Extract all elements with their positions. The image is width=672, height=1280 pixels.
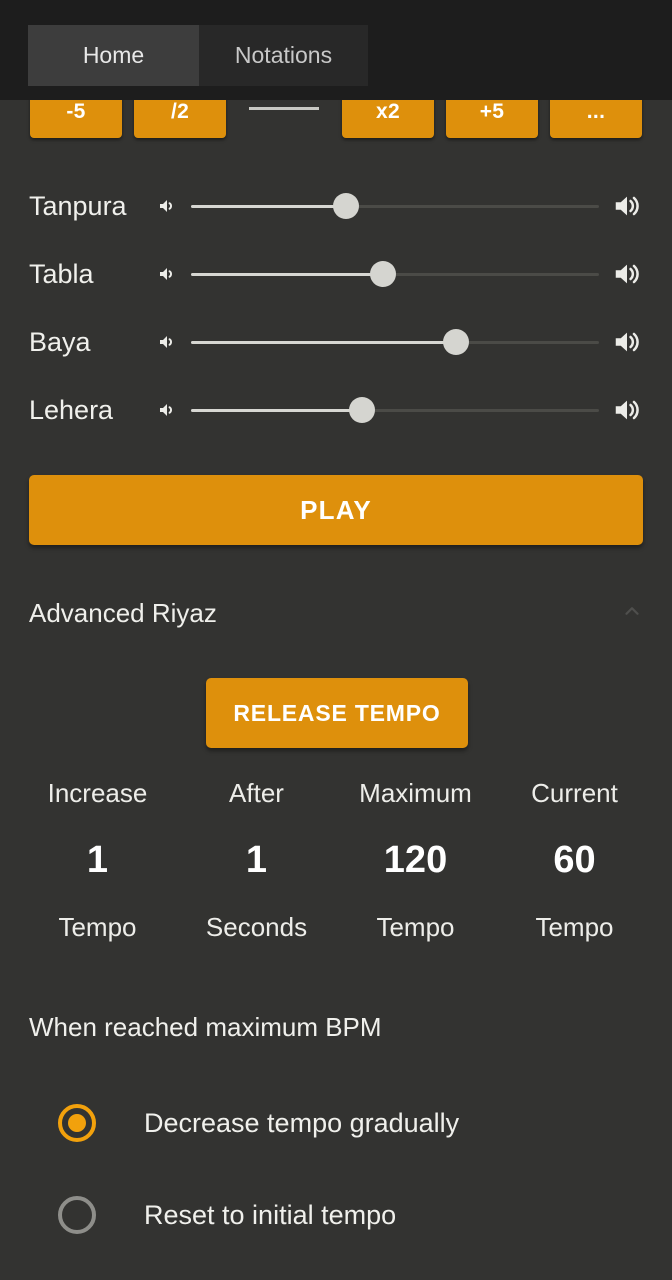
- volume-low-icon: [155, 329, 181, 355]
- slider-row-baya: Baya: [0, 308, 672, 376]
- slider-track-fill: [191, 408, 363, 412]
- volume-sliders-group: Tanpura Tabla Baya Lehera: [0, 172, 672, 444]
- tab-home[interactable]: Home: [28, 25, 199, 86]
- radio-option-reset-initial[interactable]: Reset to initial tempo: [0, 1183, 672, 1247]
- advanced-riyaz-header[interactable]: Advanced Riyaz: [29, 592, 643, 634]
- slider-track-tabla[interactable]: [191, 257, 599, 291]
- slider-row-tabla: Tabla: [0, 240, 672, 308]
- volume-low-icon: [155, 397, 181, 423]
- stat-label-top: Increase: [47, 778, 148, 808]
- play-button[interactable]: PLAY: [29, 475, 643, 545]
- release-tempo-button[interactable]: RELEASE TEMPO: [206, 678, 468, 748]
- stat-label-top: Maximum: [359, 778, 472, 808]
- slider-thumb-baya[interactable]: [443, 329, 470, 355]
- radio-dot: [68, 1114, 86, 1132]
- radio-option-decrease-gradually[interactable]: Decrease tempo gradually: [0, 1091, 672, 1155]
- slider-track-baya[interactable]: [191, 325, 599, 359]
- slider-track-fill: [191, 272, 383, 276]
- stat-label-unit: Tempo: [535, 912, 614, 942]
- stat-label-unit: Tempo: [376, 912, 455, 942]
- radio-label: Decrease tempo gradually: [144, 1107, 460, 1138]
- tempo-stats-grid: Increase 1 Tempo After 1 Seconds Maximum…: [0, 772, 672, 948]
- slider-thumb-tabla[interactable]: [369, 261, 396, 287]
- slider-thumb-lehera[interactable]: [349, 397, 376, 423]
- stat-value[interactable]: 1: [87, 814, 108, 906]
- stat-label-unit: Tempo: [58, 912, 137, 942]
- slider-track-tanpura[interactable]: [191, 189, 599, 223]
- radio-button-icon[interactable]: [58, 1196, 96, 1234]
- tab-bar: Home Notations: [28, 25, 368, 86]
- slider-track-fill: [191, 204, 347, 208]
- slider-label-tanpura: Tanpura: [29, 190, 127, 221]
- slider-track-lehera[interactable]: [191, 393, 599, 427]
- radio-dot: [68, 1206, 86, 1224]
- volume-high-icon: [611, 326, 643, 358]
- slider-label-lehera: Lehera: [29, 394, 114, 425]
- stat-label-top: Current: [531, 778, 618, 808]
- tab-notations[interactable]: Notations: [199, 25, 368, 86]
- volume-high-icon: [611, 394, 643, 426]
- max-bpm-title: When reached maximum BPM: [29, 1012, 382, 1042]
- stat-col-after[interactable]: After 1 Seconds: [177, 772, 336, 948]
- stat-col-current[interactable]: Current 60 Tempo: [495, 772, 654, 948]
- stat-value[interactable]: 1: [246, 814, 267, 906]
- stat-label-top: After: [229, 778, 284, 808]
- slider-thumb-tanpura[interactable]: [333, 193, 360, 219]
- slider-row-lehera: Lehera: [0, 376, 672, 444]
- stat-value[interactable]: 120: [384, 814, 447, 906]
- stat-col-increase[interactable]: Increase 1 Tempo: [18, 772, 177, 948]
- volume-high-icon: [611, 258, 643, 290]
- advanced-riyaz-title: Advanced Riyaz: [29, 597, 217, 628]
- slider-track-fill: [191, 340, 457, 344]
- slider-label-tabla: Tabla: [29, 258, 94, 289]
- chevron-up-icon[interactable]: [621, 600, 643, 627]
- radio-label: Reset to initial tempo: [144, 1199, 397, 1230]
- volume-high-icon: [611, 190, 643, 222]
- app-root: -5 /2 x2 +5 ... Home Notations Tanpura T…: [0, 0, 672, 1280]
- radio-button-icon[interactable]: [58, 1104, 96, 1142]
- volume-low-icon: [155, 261, 181, 287]
- slider-row-tanpura: Tanpura: [0, 172, 672, 240]
- stat-value[interactable]: 60: [553, 814, 595, 906]
- stat-col-maximum[interactable]: Maximum 120 Tempo: [336, 772, 495, 948]
- stat-label-unit: Seconds: [205, 912, 308, 942]
- volume-low-icon: [155, 193, 181, 219]
- slider-label-baya: Baya: [29, 326, 91, 357]
- tempo-value-underline: [249, 107, 319, 110]
